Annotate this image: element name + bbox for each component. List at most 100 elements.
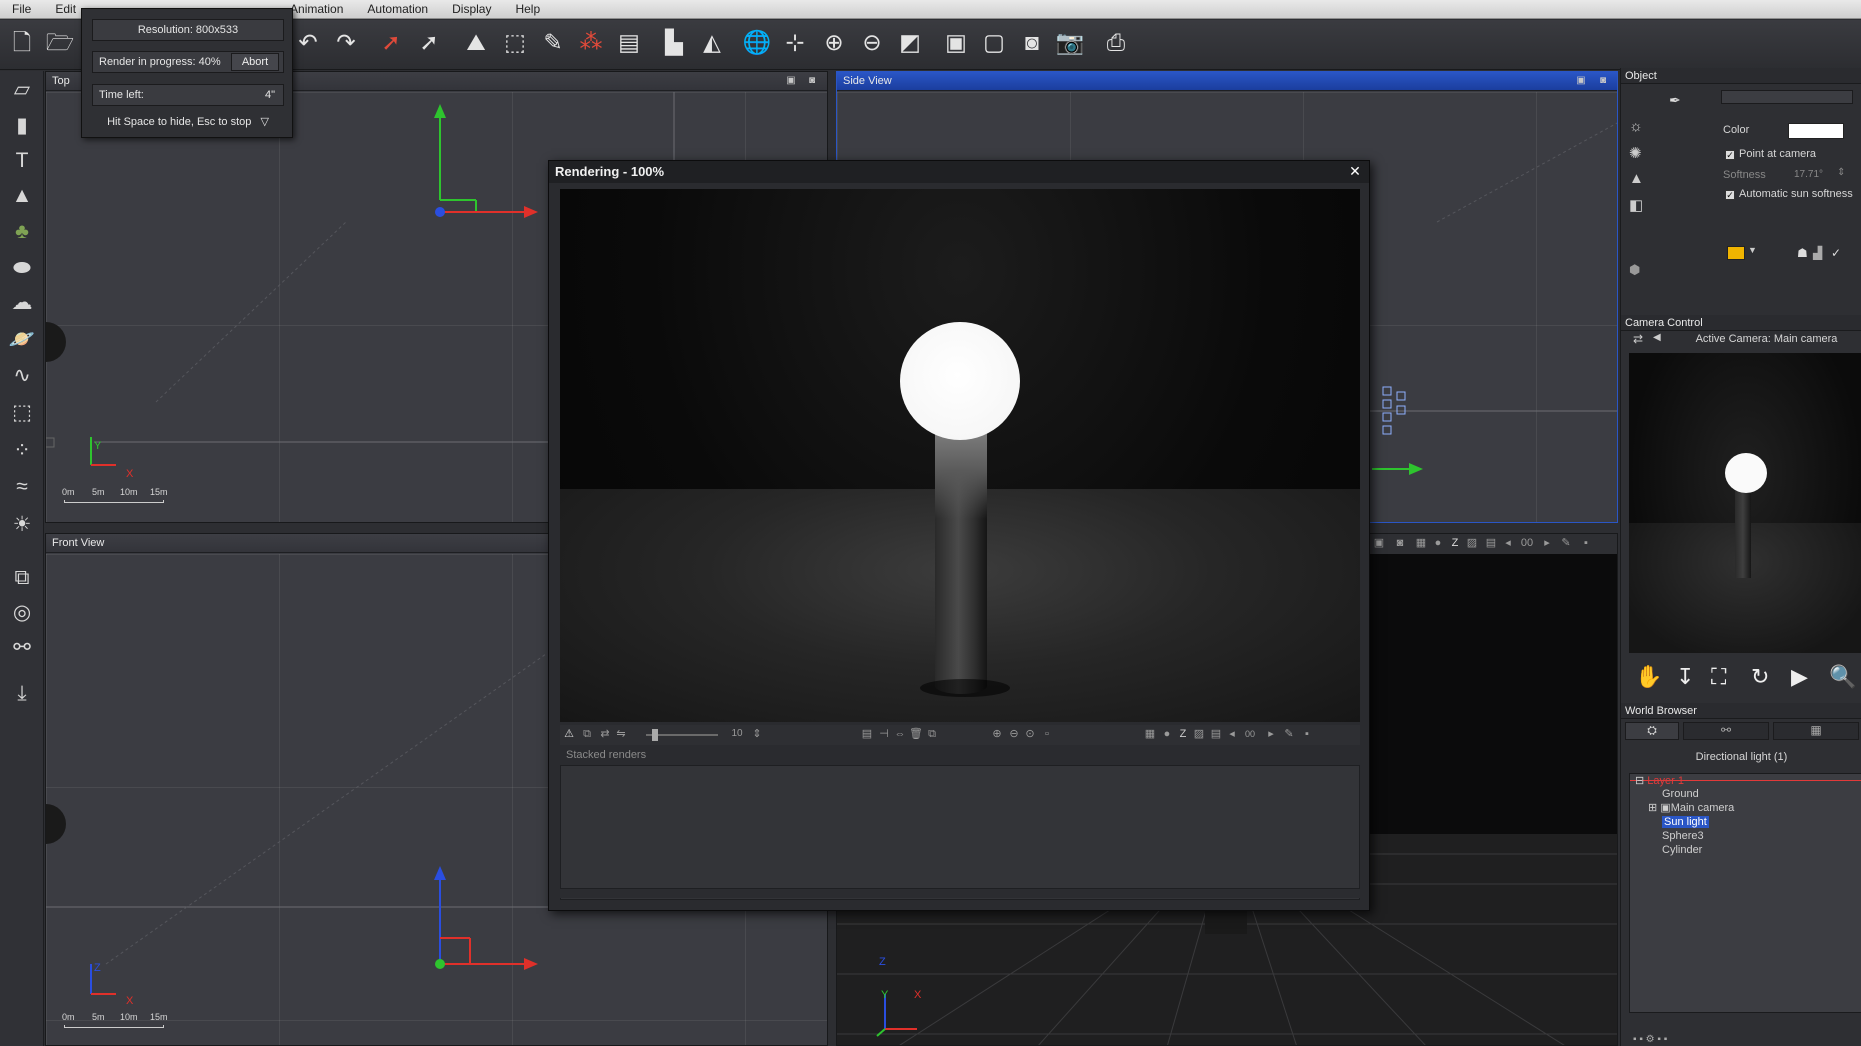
render-area-icon[interactable]: ▣: [941, 27, 971, 57]
next-frame-icon[interactable]: ▸: [1540, 536, 1554, 550]
dropdown-arrow-icon[interactable]: ▽: [260, 116, 268, 128]
tree-tool-icon[interactable]: ♣: [7, 217, 37, 247]
tree-item-ground[interactable]: Ground: [1662, 788, 1699, 801]
select-pointer-icon[interactable]: ➚: [376, 27, 406, 57]
tree-item-cylinder[interactable]: Cylinder: [1662, 844, 1702, 857]
fit-view-icon[interactable]: ⊹: [780, 27, 810, 57]
sun-color-swatch[interactable]: [1727, 246, 1745, 260]
plane-tool-icon[interactable]: ▱: [7, 75, 37, 105]
pan-hand-icon[interactable]: ✋: [1635, 664, 1662, 690]
animation-icon[interactable]: ⬢: [1629, 262, 1640, 278]
duplicate-icon[interactable]: ⧉: [925, 727, 939, 741]
lock-icon[interactable]: ▟: [1813, 246, 1822, 260]
textures-tab-icon[interactable]: ▦: [1773, 722, 1859, 740]
expand-icon[interactable]: ⇔: [893, 727, 907, 741]
menu-file[interactable]: File: [0, 0, 43, 19]
grid-icon[interactable]: ▨: [1192, 727, 1206, 741]
camera-icon[interactable]: 📷: [1055, 27, 1085, 57]
import-tool-icon[interactable]: ⤓: [7, 679, 37, 709]
align-icon[interactable]: ▙: [659, 27, 689, 57]
auto-softness-checkbox[interactable]: ✓: [1725, 190, 1735, 200]
particles-tool-icon[interactable]: ⁘: [7, 436, 37, 466]
point-at-camera-checkbox[interactable]: ✓: [1725, 150, 1735, 160]
text-tool-icon[interactable]: T: [7, 146, 37, 176]
zoom-in-icon[interactable]: ⊕: [990, 727, 1004, 741]
world-tree[interactable]: ⊟ Layer 1 Ground ⊞ ▣Main camera Sun ligh…: [1629, 773, 1861, 1013]
light-tool-icon[interactable]: ☀: [7, 510, 37, 540]
materials-tab-icon[interactable]: ⚯: [1683, 722, 1769, 740]
tree-item-sun-light[interactable]: Sun light: [1662, 816, 1709, 829]
softness-value[interactable]: 17.71°: [1794, 169, 1823, 180]
save-icon[interactable]: ▪: [1300, 727, 1314, 741]
brush-icon[interactable]: ✎: [1282, 727, 1296, 741]
swap-icon[interactable]: ⇄: [598, 727, 612, 741]
export-icon[interactable]: ⎙: [1101, 27, 1131, 57]
delete-icon[interactable]: 🗑: [909, 727, 923, 741]
camera-preview[interactable]: [1629, 353, 1861, 653]
world-browser-footer-icons[interactable]: ▪ ▪ ⚙ ▪ ▪: [1633, 1034, 1667, 1045]
warning-icon[interactable]: ⚠: [562, 727, 576, 741]
clapperboard-icon[interactable]: ▤: [614, 27, 644, 57]
sun-position-icon[interactable]: ☼: [1629, 118, 1643, 135]
menu-display[interactable]: Display: [440, 0, 503, 19]
objects-tab[interactable]: ⛭: [1625, 722, 1679, 740]
crop-icon[interactable]: ⊣: [877, 727, 891, 741]
rock-tool-icon[interactable]: ⬬: [7, 253, 37, 283]
materials-icon[interactable]: ⁂: [576, 27, 606, 57]
maximize-view-icon[interactable]: ▣: [1372, 536, 1386, 550]
close-icon[interactable]: ✕: [1347, 163, 1363, 179]
slider-knob[interactable]: [652, 729, 658, 741]
mirror-icon[interactable]: ◭: [697, 27, 727, 57]
grid-icon[interactable]: ▨: [1465, 536, 1479, 550]
prev-frame-icon[interactable]: ◂: [1225, 727, 1239, 741]
dot-icon[interactable]: ●: [1431, 536, 1445, 550]
zoom-out-icon[interactable]: ⊖: [1007, 727, 1021, 741]
actual-size-icon[interactable]: ▫: [1040, 727, 1054, 741]
softness-spin-icon[interactable]: ⇕: [1837, 167, 1845, 178]
spin-icon[interactable]: ⇕: [750, 727, 764, 741]
render-window-icon[interactable]: ▢: [979, 27, 1009, 57]
rendering-window[interactable]: Rendering - 100% ✕ ⚠ ⧉ ⇄ ⇋ 10 ⇕ ▤ ⊣ ⇔ 🗑 …: [548, 160, 1370, 911]
zoom-in-icon[interactable]: ⊕: [819, 27, 849, 57]
render-preview-icon[interactable]: ▦: [1414, 536, 1428, 550]
prev-frame-icon[interactable]: ◂: [1501, 536, 1515, 550]
render-preview-icon[interactable]: ▦: [1143, 727, 1157, 741]
link-tool-icon[interactable]: ⚯: [7, 633, 37, 663]
stacked-renders-panel[interactable]: [560, 765, 1360, 900]
planet-tool-icon[interactable]: 🪐: [7, 325, 37, 355]
layers-icon[interactable]: ▤: [1209, 727, 1223, 741]
boolean-tool-icon[interactable]: ◎: [7, 598, 37, 628]
save-render-icon[interactable]: ▤: [860, 727, 874, 741]
multi-select-icon[interactable]: ➚: [414, 27, 444, 57]
tree-expand-icon[interactable]: ⊟: [1635, 775, 1644, 787]
brush-icon[interactable]: ✎: [1559, 536, 1573, 550]
zoom-fit-icon[interactable]: ⊙: [1023, 727, 1037, 741]
cylinder-tool-icon[interactable]: ▮: [7, 111, 37, 141]
open-folder-icon[interactable]: 🗁: [45, 27, 75, 57]
abort-button[interactable]: Abort: [231, 53, 279, 71]
zoom-out-icon[interactable]: ⊖: [857, 27, 887, 57]
tree-item-layer[interactable]: ⊟ Layer 1: [1635, 775, 1684, 788]
tree-item-main-camera[interactable]: ⊞ ▣Main camera: [1648, 802, 1734, 815]
brush-icon[interactable]: ✎: [538, 27, 568, 57]
mountain-tool-icon[interactable]: ▲: [7, 181, 37, 211]
tree-item-sphere[interactable]: Sphere3: [1662, 830, 1704, 843]
menu-help[interactable]: Help: [503, 0, 552, 19]
undo-icon[interactable]: ↶: [293, 27, 323, 57]
dot-icon[interactable]: ●: [1160, 727, 1174, 741]
stack-scrollbar[interactable]: [560, 888, 1360, 898]
copy-icon[interactable]: ⧉: [580, 727, 594, 741]
play-icon[interactable]: ▶: [1791, 664, 1808, 690]
spline-tool-icon[interactable]: ∿: [7, 361, 37, 391]
depth-z-icon[interactable]: Z: [1448, 536, 1462, 550]
cloud-tool-icon[interactable]: ☁: [7, 288, 37, 318]
brush-tab-icon[interactable]: ✒: [1669, 92, 1681, 109]
zoom-camera-icon[interactable]: 🔍: [1829, 664, 1856, 690]
viewport-layout-icon[interactable]: ◩: [895, 27, 925, 57]
menu-automation[interactable]: Automation: [355, 0, 440, 19]
globe-icon[interactable]: 🌐: [742, 27, 772, 57]
next-frame-icon[interactable]: ▸: [1264, 727, 1278, 741]
sun-rays-icon[interactable]: ✺: [1629, 144, 1642, 162]
terrain-icon[interactable]: ⛰: [461, 27, 491, 57]
cone-icon[interactable]: ▲: [1629, 170, 1644, 187]
